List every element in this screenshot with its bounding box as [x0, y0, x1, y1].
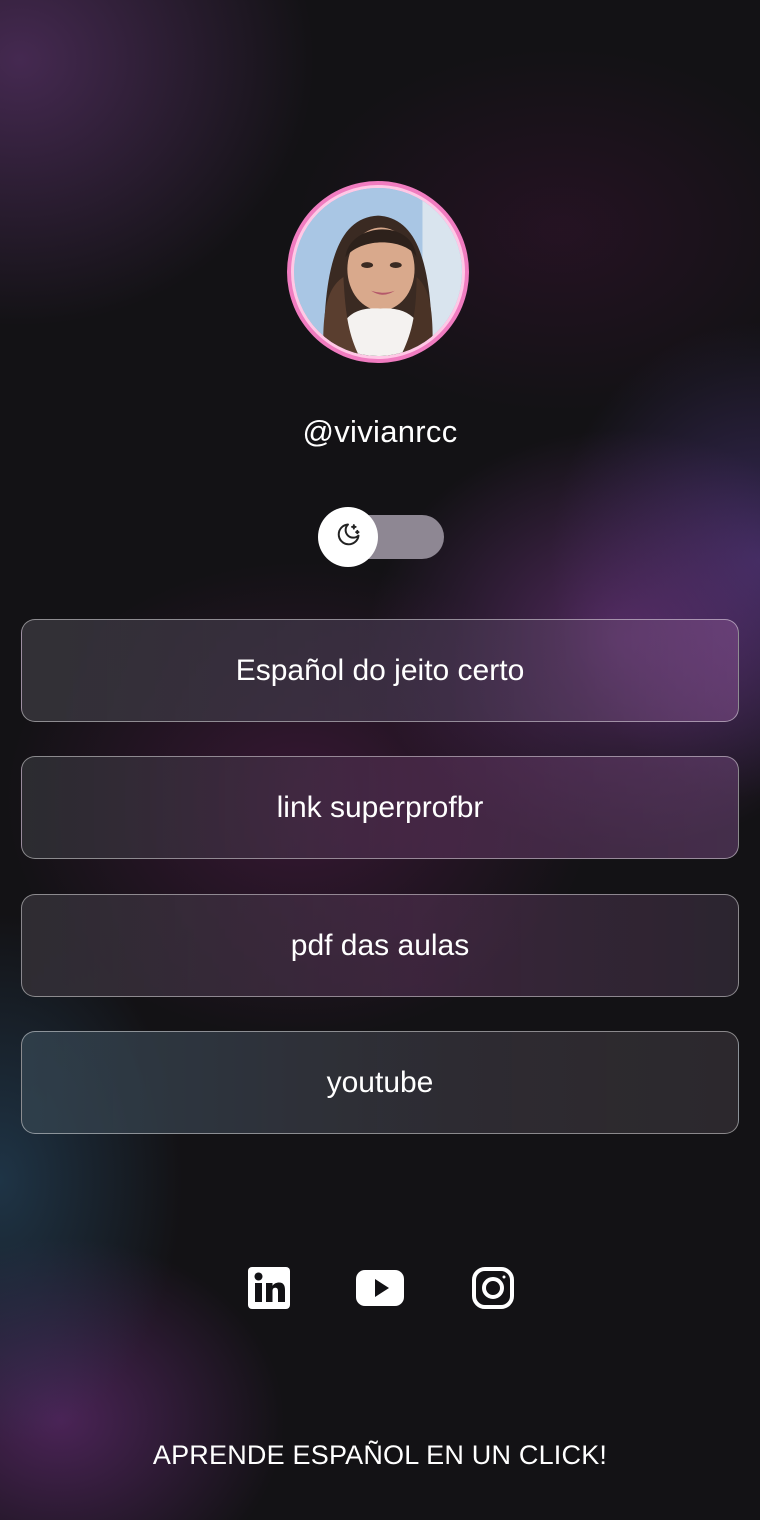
social-links [0, 1264, 760, 1312]
profile-photo [291, 185, 465, 359]
username: @vivianrcc [302, 414, 458, 449]
youtube-icon[interactable] [356, 1264, 404, 1312]
link-button-youtube[interactable]: youtube [21, 1031, 739, 1134]
moon-stars-icon [334, 521, 362, 554]
link-button-superprofbr[interactable]: link superprofbr [21, 756, 739, 859]
theme-toggle[interactable] [318, 507, 444, 567]
linkedin-icon[interactable] [245, 1264, 293, 1312]
toggle-knob[interactable] [318, 507, 378, 567]
link-button-espanol-do-jeito-certo[interactable]: Español do jeito certo [21, 619, 739, 722]
profile-page: @vivianrcc Español do jeito certo link s… [0, 0, 760, 1520]
footer-tagline: APRENDE ESPAÑOL EN UN CLICK! [152, 1440, 608, 1470]
avatar [287, 181, 469, 363]
instagram-icon[interactable] [469, 1264, 517, 1312]
link-button-pdf-das-aulas[interactable]: pdf das aulas [21, 894, 739, 997]
